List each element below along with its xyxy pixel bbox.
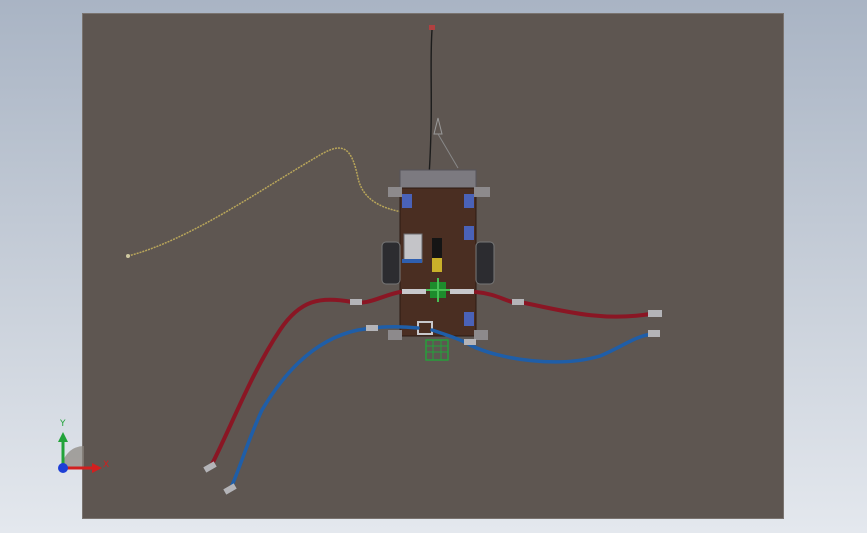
bracket-bl xyxy=(388,330,402,340)
y-axis-label: Y xyxy=(59,419,66,429)
top-bracket xyxy=(399,169,477,191)
left-wheel[interactable] xyxy=(381,241,401,285)
y-axis-head xyxy=(58,432,68,442)
blue-end-left xyxy=(223,483,237,495)
right-wheel[interactable] xyxy=(475,241,495,285)
yellow-sensor-wire[interactable] xyxy=(127,147,431,257)
motor-1 xyxy=(402,194,412,208)
battery-strip xyxy=(402,259,422,263)
yellow-wire-end xyxy=(126,254,130,258)
sensor-module xyxy=(432,238,442,258)
green-cage xyxy=(425,339,449,361)
blue-cable[interactable] xyxy=(223,324,660,495)
sensor-base xyxy=(432,258,442,272)
bracket-tr xyxy=(474,187,490,197)
connector-left xyxy=(402,289,426,294)
cad-scene: Y X xyxy=(58,25,662,495)
antenna-connector xyxy=(429,25,435,30)
sensor-cone xyxy=(433,117,459,169)
motor-2 xyxy=(464,194,474,208)
x-axis-head xyxy=(92,463,102,473)
battery-box[interactable] xyxy=(403,233,423,263)
red-coupler-left xyxy=(350,299,362,305)
bracket-br xyxy=(474,330,488,340)
axis-triad: Y X xyxy=(58,419,109,473)
blue-coupler-right xyxy=(464,339,476,345)
connector-right xyxy=(450,289,474,294)
bracket-tl xyxy=(388,187,402,197)
blue-coupler-left xyxy=(366,325,378,331)
x-axis-label: X xyxy=(103,460,109,470)
z-axis-dot xyxy=(58,463,68,473)
motor-3 xyxy=(464,226,474,240)
motor-4 xyxy=(464,312,474,326)
red-end-right xyxy=(648,310,662,317)
blue-end-right xyxy=(648,330,660,337)
red-coupler-right xyxy=(512,299,524,305)
